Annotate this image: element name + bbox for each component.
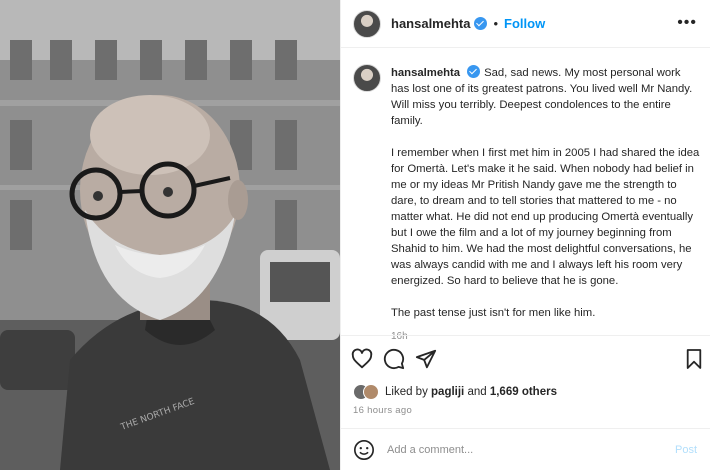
caption-paragraph-1: hansalmehta Sad, sad news. My most person… <box>391 65 701 129</box>
caption-username-link[interactable]: hansalmehta <box>391 67 460 79</box>
action-bar <box>351 348 703 372</box>
post-comment-button[interactable]: Post <box>675 444 697 456</box>
avatar[interactable] <box>353 9 381 38</box>
likes-count-link[interactable]: 1,669 others <box>490 386 557 398</box>
divider <box>341 335 710 336</box>
follow-button[interactable]: Follow <box>504 16 545 31</box>
likes-prefix: Liked by <box>385 386 432 398</box>
likes-text: Liked by pagliji and 1,669 others <box>385 386 557 398</box>
separator-dot: • <box>493 16 499 31</box>
caption-paragraph-3: The past tense just isn't for men like h… <box>391 307 596 319</box>
caption-timestamp[interactable]: 16h <box>391 329 701 345</box>
comment-icon[interactable] <box>383 348 405 370</box>
emoji-icon[interactable] <box>353 439 375 461</box>
username-link[interactable]: hansalmehta <box>391 16 470 31</box>
caption-verified-badge-icon <box>467 65 481 78</box>
comment-input[interactable]: Add a comment... <box>387 444 675 456</box>
caption-block: hansalmehta Sad, sad news. My most person… <box>353 64 703 345</box>
verified-badge-icon <box>474 17 488 30</box>
more-options-icon[interactable]: ••• <box>677 14 697 32</box>
post-photo: THE NORTH FACE <box>0 0 340 470</box>
liker-avatar[interactable] <box>363 384 379 400</box>
share-icon[interactable] <box>415 348 437 370</box>
post-time: 16 hours ago <box>353 405 413 416</box>
heart-icon[interactable] <box>351 348 373 370</box>
post-header: hansalmehta • Follow ••• <box>341 0 710 48</box>
portrait-photo: THE NORTH FACE <box>0 0 340 470</box>
liker-username-link[interactable]: pagliji <box>431 386 464 398</box>
bookmark-icon[interactable] <box>685 348 703 370</box>
likes-conjunction: and <box>464 386 490 398</box>
post-details-panel: hansalmehta • Follow ••• hansalmehta Sad,… <box>340 0 710 470</box>
caption: hansalmehta Sad, sad news. My most person… <box>391 64 701 345</box>
likes-row: Liked by pagliji and 1,669 others <box>353 384 557 400</box>
caption-avatar[interactable] <box>353 64 381 92</box>
comment-bar: Add a comment... Post <box>341 428 710 470</box>
caption-paragraph-2: I remember when I first met him in 2005 … <box>391 147 700 287</box>
